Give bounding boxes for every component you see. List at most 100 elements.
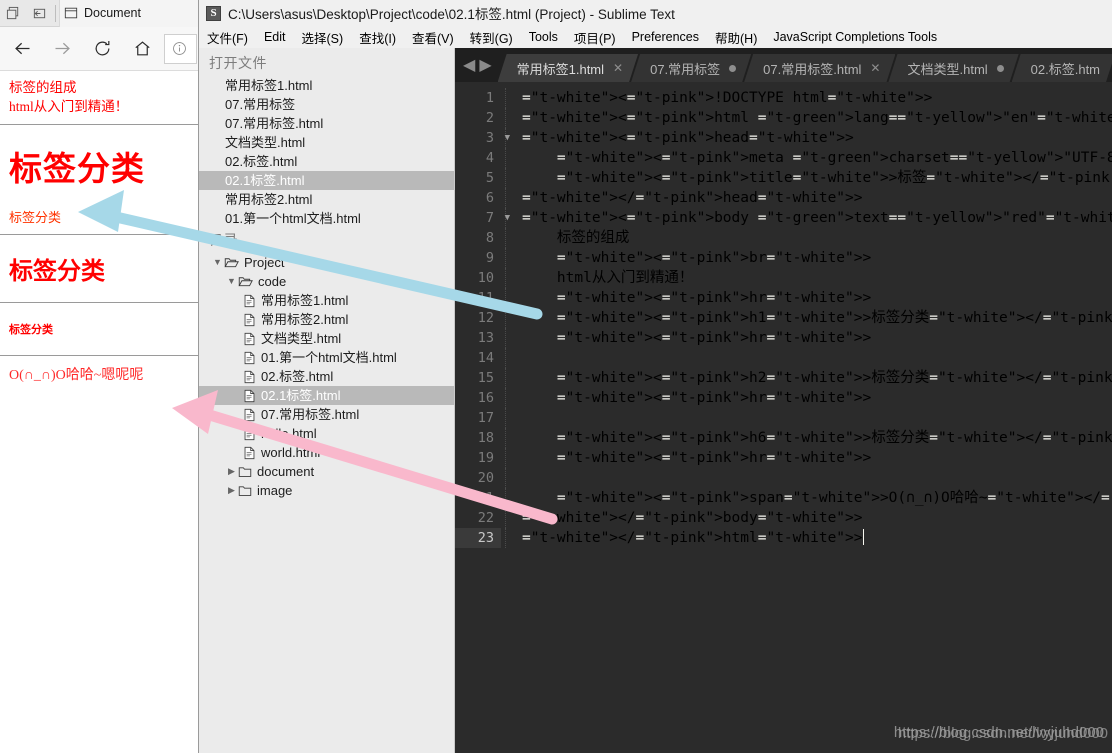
line-number: 9 xyxy=(485,250,494,266)
code-line[interactable]: 12 ="t-white"><="t-pink">h1="t-white">>标… xyxy=(455,308,1112,328)
line-number: 7 ▼ xyxy=(485,210,510,226)
code-line[interactable]: 18 ="t-white"><="t-pink">h6="t-white">>标… xyxy=(455,428,1112,448)
menu-javascript-completions-tools[interactable]: JavaScript Completions Tools xyxy=(773,30,937,44)
collapse-icon[interactable] xyxy=(26,0,52,27)
tree-file-row[interactable]: world.html xyxy=(199,443,454,462)
tab-scroll-controls[interactable]: ◀ ▶ xyxy=(457,48,498,82)
code-line[interactable]: 22 ="t-white"></="t-pink">body="t-white">… xyxy=(455,508,1112,528)
folder-closed-icon xyxy=(238,465,252,478)
page-hr-4 xyxy=(0,355,199,357)
tree-file-row[interactable]: 文档类型.html xyxy=(199,329,454,348)
browser-tab-strip: Document xyxy=(0,0,199,27)
menu-edit[interactable]: Edit xyxy=(264,30,286,44)
code-line[interactable]: 16 ="t-white"><="t-pink">hr="t-white">> xyxy=(455,388,1112,408)
code-line[interactable]: 14 xyxy=(455,348,1112,368)
browser-nav-bar xyxy=(0,27,199,71)
tree-file-row[interactable]: 常用标签1.html xyxy=(199,291,454,310)
tree-file-row[interactable]: 02.标签.html xyxy=(199,367,454,386)
tree-row-label: hello.html xyxy=(261,426,317,441)
code-line[interactable]: 7 ▼ ="t-white"><="t-pink">body ="t-green">… xyxy=(455,208,1112,228)
code-line-text: html从入门到精通！ xyxy=(505,268,693,288)
open-file-item[interactable]: 常用标签1.html xyxy=(199,76,454,95)
tree-folder-row[interactable]: ▼ code xyxy=(199,272,454,291)
code-line[interactable]: 3 ▼ ="t-white"><="t-pink">head="t-white">> xyxy=(455,128,1112,148)
restore-window-icon[interactable] xyxy=(0,0,26,27)
file-icon xyxy=(243,446,256,460)
tab-unsaved-dot-icon[interactable] xyxy=(997,65,1004,72)
open-file-item[interactable]: 01.第一个html文档.html xyxy=(199,209,454,228)
code-editor[interactable]: 1 ="t-white"><="t-pink">!DOCTYPE html="t-… xyxy=(455,82,1112,753)
code-line[interactable]: 8 标签的组成 xyxy=(455,228,1112,248)
chevron-right-icon[interactable]: ▶ xyxy=(225,462,238,481)
browser-tab-document[interactable]: Document xyxy=(59,0,199,27)
editor-tab[interactable]: 常用标签1.html ✕ xyxy=(498,54,638,82)
code-line[interactable]: 23 ="t-white"></="t-pink">html="t-white">… xyxy=(455,528,1112,548)
tree-file-row[interactable]: 01.第一个html文档.html xyxy=(199,348,454,367)
open-file-item[interactable]: 07.常用标签.html xyxy=(199,114,454,133)
code-line[interactable]: 15 ="t-white"><="t-pink">h2="t-white">>标… xyxy=(455,368,1112,388)
fold-arrow-icon[interactable]: ▼ xyxy=(505,128,510,148)
code-line[interactable]: 13 ="t-white"><="t-pink">hr="t-white">> xyxy=(455,328,1112,348)
menu-goto[interactable]: 转到(G) xyxy=(470,28,513,47)
code-line[interactable]: 9 ="t-white"><="t-pink">br="t-white">> xyxy=(455,248,1112,268)
tree-folder-row[interactable]: ▶ image xyxy=(199,481,454,500)
open-file-item[interactable]: 07.常用标签 xyxy=(199,95,454,114)
menu-selection[interactable]: 选择(S) xyxy=(302,28,344,47)
home-icon[interactable] xyxy=(122,29,162,69)
menu-project[interactable]: 项目(P) xyxy=(574,28,616,47)
page-h2: 标签分类 xyxy=(9,258,105,286)
editor-tab[interactable]: 07.常用标签.html ✕ xyxy=(744,54,895,82)
code-line[interactable]: 19 ="t-white"><="t-pink">hr="t-white">> xyxy=(455,448,1112,468)
fold-arrow-icon[interactable]: ▼ xyxy=(505,208,510,228)
code-line-text: ="t-white"><="t-pink">title="t-white">>标… xyxy=(505,168,1112,188)
line-number: 21 xyxy=(477,490,494,506)
editor-tab[interactable]: 02.标签.htm xyxy=(1012,54,1112,82)
menu-help[interactable]: 帮助(H) xyxy=(715,28,757,47)
code-line-text: ="t-white"><="t-pink">body ="t-green">te… xyxy=(505,208,1112,228)
code-line[interactable]: 4 ="t-white"><="t-pink">meta ="t-green">… xyxy=(455,148,1112,168)
code-line[interactable]: 20 xyxy=(455,468,1112,488)
sublime-title-bar: S C:\Users\asus\Desktop\Project\code\02.… xyxy=(199,0,1112,26)
code-line[interactable]: 2 ="t-white"><="t-pink">html ="t-green">l… xyxy=(455,108,1112,128)
tab-close-icon[interactable]: ✕ xyxy=(870,61,880,75)
code-line[interactable]: 5 ="t-white"><="t-pink">title="t-white">… xyxy=(455,168,1112,188)
chevron-down-icon[interactable]: ▼ xyxy=(225,272,238,291)
tree-file-row[interactable]: 07.常用标签.html xyxy=(199,405,454,424)
code-line[interactable]: 6 ="t-white"></="t-pink">head="t-white">> xyxy=(455,188,1112,208)
code-line[interactable]: 21 ="t-white"><="t-pink">span="t-white">… xyxy=(455,488,1112,508)
menu-tools[interactable]: Tools xyxy=(529,30,558,44)
code-line[interactable]: 11 ="t-white"><="t-pink">hr="t-white">> xyxy=(455,288,1112,308)
tree-file-row[interactable]: hello.html xyxy=(199,424,454,443)
tab-scroll-left-icon[interactable]: ◀ xyxy=(463,55,475,75)
chevron-right-icon[interactable]: ▶ xyxy=(225,481,238,500)
tab-scroll-right-icon[interactable]: ▶ xyxy=(479,55,491,75)
forward-arrow-icon[interactable] xyxy=(42,29,82,69)
menu-view[interactable]: 查看(V) xyxy=(412,28,454,47)
tree-folder-row[interactable]: ▼ Project xyxy=(199,253,454,272)
menu-preferences[interactable]: Preferences xyxy=(632,30,699,44)
code-line[interactable]: 10 html从入门到精通！ xyxy=(455,268,1112,288)
tree-file-row[interactable]: 常用标签2.html xyxy=(199,310,454,329)
page-h6: 标签分类 xyxy=(9,324,53,337)
tab-unsaved-dot-icon[interactable] xyxy=(729,65,736,72)
open-file-item[interactable]: 常用标签2.html xyxy=(199,190,454,209)
tab-close-icon[interactable]: ✕ xyxy=(613,61,623,75)
back-arrow-icon[interactable] xyxy=(2,29,42,69)
editor-tab[interactable]: 07.常用标签 xyxy=(631,54,751,82)
open-file-item[interactable]: 02.1标签.html xyxy=(199,171,454,190)
code-line[interactable]: 17 xyxy=(455,408,1112,428)
tree-row-label: image xyxy=(257,483,293,498)
open-file-item[interactable]: 02.标签.html xyxy=(199,152,454,171)
chevron-down-icon[interactable]: ▼ xyxy=(211,253,224,272)
menu-find[interactable]: 查找(I) xyxy=(359,28,396,47)
address-bar[interactable] xyxy=(164,33,197,64)
code-line[interactable]: 1 ="t-white"><="t-pink">!DOCTYPE html="t-… xyxy=(455,88,1112,108)
tree-folder-row[interactable]: ▶ document xyxy=(199,462,454,481)
open-file-item[interactable]: 文档类型.html xyxy=(199,133,454,152)
tree-file-row[interactable]: 02.1标签.html xyxy=(199,386,454,405)
refresh-icon[interactable] xyxy=(82,29,122,69)
code-line-text: ="t-white"><="t-pink">hr="t-white">> xyxy=(505,288,871,308)
editor-tab[interactable]: 文档类型.html xyxy=(888,54,1018,82)
menu-file[interactable]: 文件(F) xyxy=(207,28,248,47)
code-line-text: ="t-white"></="t-pink">html="t-white">> xyxy=(505,528,864,548)
